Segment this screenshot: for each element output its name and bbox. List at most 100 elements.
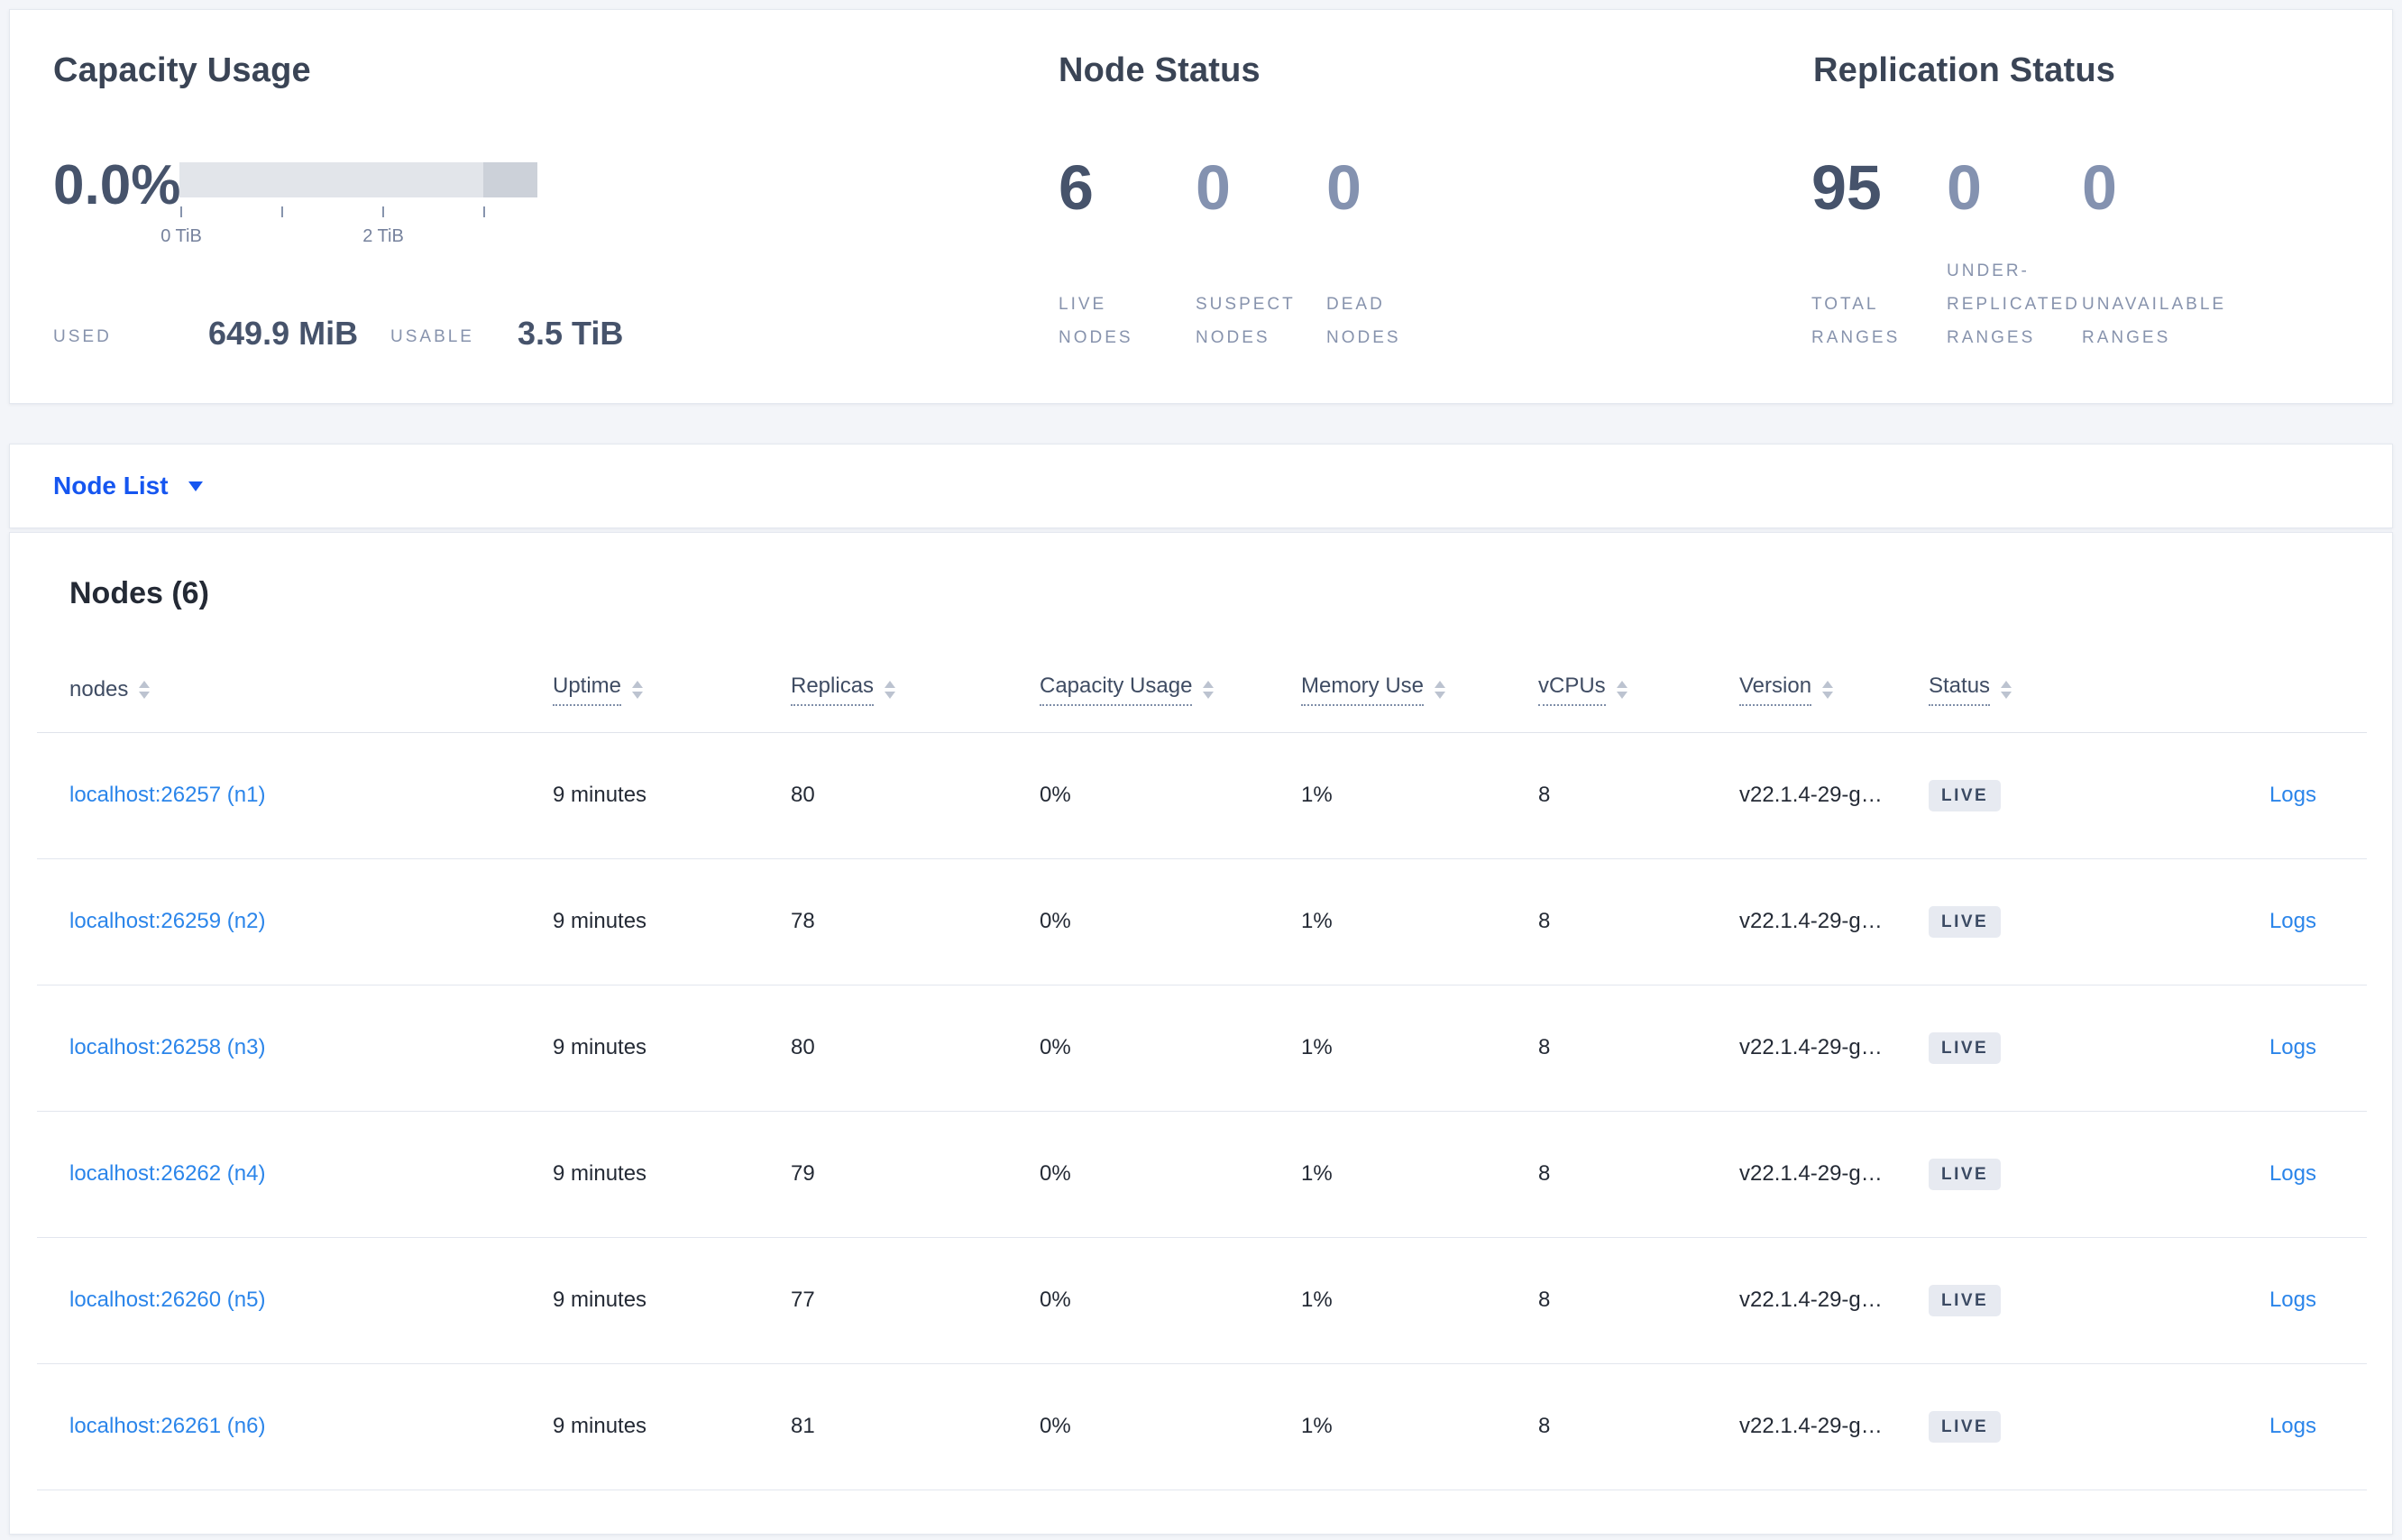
table-row: localhost:26261 (n6) 9 minutes 81 0% 1% … — [37, 1363, 2367, 1490]
version-cell: v22.1.4-29-g… — [1739, 985, 1929, 1112]
axis-tick — [382, 206, 384, 217]
vcpus-cell: 8 — [1538, 1111, 1739, 1238]
column-header-capacity-usage[interactable]: Capacity Usage — [1040, 647, 1301, 733]
under-replicated-ranges-value: 0 — [1947, 152, 1982, 223]
sort-icon — [885, 680, 896, 699]
capacity-percent: 0.0% — [53, 154, 181, 216]
column-header-logs — [2129, 647, 2367, 733]
nodes-table: nodes Uptime Replicas Capacity Usage Mem… — [37, 647, 2367, 1490]
axis-tick — [180, 206, 182, 217]
memory-cell: 1% — [1301, 1237, 1538, 1364]
replicas-cell: 81 — [791, 1363, 1040, 1490]
capacity-usage-bar — [179, 162, 537, 197]
logs-link[interactable]: Logs — [2269, 1414, 2316, 1438]
total-ranges-value: 95 — [1811, 152, 1882, 223]
table-row: localhost:26259 (n2) 9 minutes 78 0% 1% … — [37, 858, 2367, 985]
sort-icon — [1616, 680, 1627, 699]
view-selector-label: Node List — [53, 472, 169, 500]
capacity-cell: 0% — [1040, 1111, 1301, 1238]
sort-icon — [632, 680, 644, 699]
status-badge: LIVE — [1929, 1031, 2002, 1064]
unavailable-ranges-label: UNAVAILABLE RANGES — [2082, 295, 2227, 347]
vcpus-cell: 8 — [1538, 1237, 1739, 1364]
sort-icon — [1822, 680, 1834, 699]
axis-tick-label: 0 TiB — [160, 226, 202, 246]
cluster-summary-card: Capacity Usage 0.0% 0 TiB 2 TiB USED 649… — [9, 9, 2393, 404]
live-nodes-label: LIVE NODES — [1059, 295, 1133, 347]
table-row: localhost:26262 (n4) 9 minutes 79 0% 1% … — [37, 1111, 2367, 1238]
dead-nodes-label: DEAD NODES — [1326, 295, 1401, 347]
usable-label: USABLE — [390, 327, 474, 346]
table-row: localhost:26257 (n1) 9 minutes 80 0% 1% … — [37, 732, 2367, 859]
logs-link[interactable]: Logs — [2269, 909, 2316, 933]
axis-tick — [483, 206, 485, 217]
table-header-row: nodes Uptime Replicas Capacity Usage Mem… — [37, 647, 2367, 733]
table-row: localhost:26260 (n5) 9 minutes 77 0% 1% … — [37, 1237, 2367, 1364]
replication-status-title: Replication Status — [1813, 51, 2116, 89]
replicas-cell: 80 — [791, 985, 1040, 1112]
replicas-cell: 80 — [791, 732, 1040, 859]
chevron-down-icon — [188, 481, 203, 491]
logs-link[interactable]: Logs — [2269, 783, 2316, 807]
version-cell: v22.1.4-29-g… — [1739, 1111, 1929, 1238]
capacity-bar-reserved-segment — [483, 162, 537, 197]
suspect-nodes-label: SUSPECT NODES — [1196, 295, 1296, 347]
column-header-vcpus[interactable]: vCPUs — [1538, 647, 1739, 733]
sort-icon — [1435, 680, 1446, 699]
column-header-replicas[interactable]: Replicas — [791, 647, 1040, 733]
logs-link[interactable]: Logs — [2269, 1288, 2316, 1312]
node-link[interactable]: localhost:26258 (n3) — [69, 1035, 265, 1059]
capacity-cell: 0% — [1040, 858, 1301, 985]
capacity-cell: 0% — [1040, 1237, 1301, 1364]
vcpus-cell: 8 — [1538, 985, 1739, 1112]
nodes-table-title: Nodes (6) — [69, 576, 209, 610]
total-ranges-label: TOTAL RANGES — [1811, 295, 1901, 347]
capacity-bar-usable-segment — [179, 162, 484, 197]
table-row: localhost:26258 (n3) 9 minutes 80 0% 1% … — [37, 985, 2367, 1112]
sort-icon — [2001, 680, 2012, 699]
column-header-status[interactable]: Status — [1929, 647, 2129, 733]
view-selector-dropdown[interactable]: Node List — [53, 472, 203, 500]
used-label: USED — [53, 327, 112, 346]
column-header-nodes[interactable]: nodes — [37, 647, 553, 733]
dead-nodes-value: 0 — [1326, 152, 1361, 223]
uptime-cell: 9 minutes — [553, 732, 791, 859]
node-link[interactable]: localhost:26260 (n5) — [69, 1288, 265, 1312]
capacity-cell: 0% — [1040, 732, 1301, 859]
axis-tick-label: 2 TiB — [362, 226, 404, 246]
live-nodes-value: 6 — [1059, 152, 1094, 223]
memory-cell: 1% — [1301, 985, 1538, 1112]
vcpus-cell: 8 — [1538, 1363, 1739, 1490]
column-header-version[interactable]: Version — [1739, 647, 1929, 733]
node-link[interactable]: localhost:26259 (n2) — [69, 909, 265, 933]
under-replicated-ranges-label: UNDER-REPLICATED RANGES — [1947, 261, 2080, 347]
version-cell: v22.1.4-29-g… — [1739, 1237, 1929, 1364]
status-badge: LIVE — [1929, 905, 2002, 938]
status-badge: LIVE — [1929, 1284, 2002, 1316]
uptime-cell: 9 minutes — [553, 858, 791, 985]
status-badge: LIVE — [1929, 779, 2002, 811]
version-cell: v22.1.4-29-g… — [1739, 732, 1929, 859]
sort-icon — [1203, 680, 1215, 699]
version-cell: v22.1.4-29-g… — [1739, 858, 1929, 985]
node-link[interactable]: localhost:26262 (n4) — [69, 1161, 265, 1186]
usable-value: 3.5 TiB — [518, 315, 624, 352]
axis-tick — [281, 206, 283, 217]
status-badge: LIVE — [1929, 1410, 2002, 1443]
unavailable-ranges-value: 0 — [2082, 152, 2117, 223]
column-header-uptime[interactable]: Uptime — [553, 647, 791, 733]
memory-cell: 1% — [1301, 1363, 1538, 1490]
logs-link[interactable]: Logs — [2269, 1035, 2316, 1059]
column-header-memory-use[interactable]: Memory Use — [1301, 647, 1538, 733]
node-link[interactable]: localhost:26261 (n6) — [69, 1414, 265, 1438]
status-badge: LIVE — [1929, 1158, 2002, 1190]
capacity-usage-title: Capacity Usage — [53, 51, 311, 89]
logs-link[interactable]: Logs — [2269, 1161, 2316, 1186]
node-link[interactable]: localhost:26257 (n1) — [69, 783, 265, 807]
node-status-title: Node Status — [1059, 51, 1261, 89]
nodes-table-card: Nodes (6) nodes Uptime Replicas Capacity… — [9, 532, 2393, 1535]
version-cell: v22.1.4-29-g… — [1739, 1363, 1929, 1490]
used-value: 649.9 MiB — [208, 315, 359, 352]
memory-cell: 1% — [1301, 1111, 1538, 1238]
view-selector-bar: Node List — [9, 444, 2393, 528]
